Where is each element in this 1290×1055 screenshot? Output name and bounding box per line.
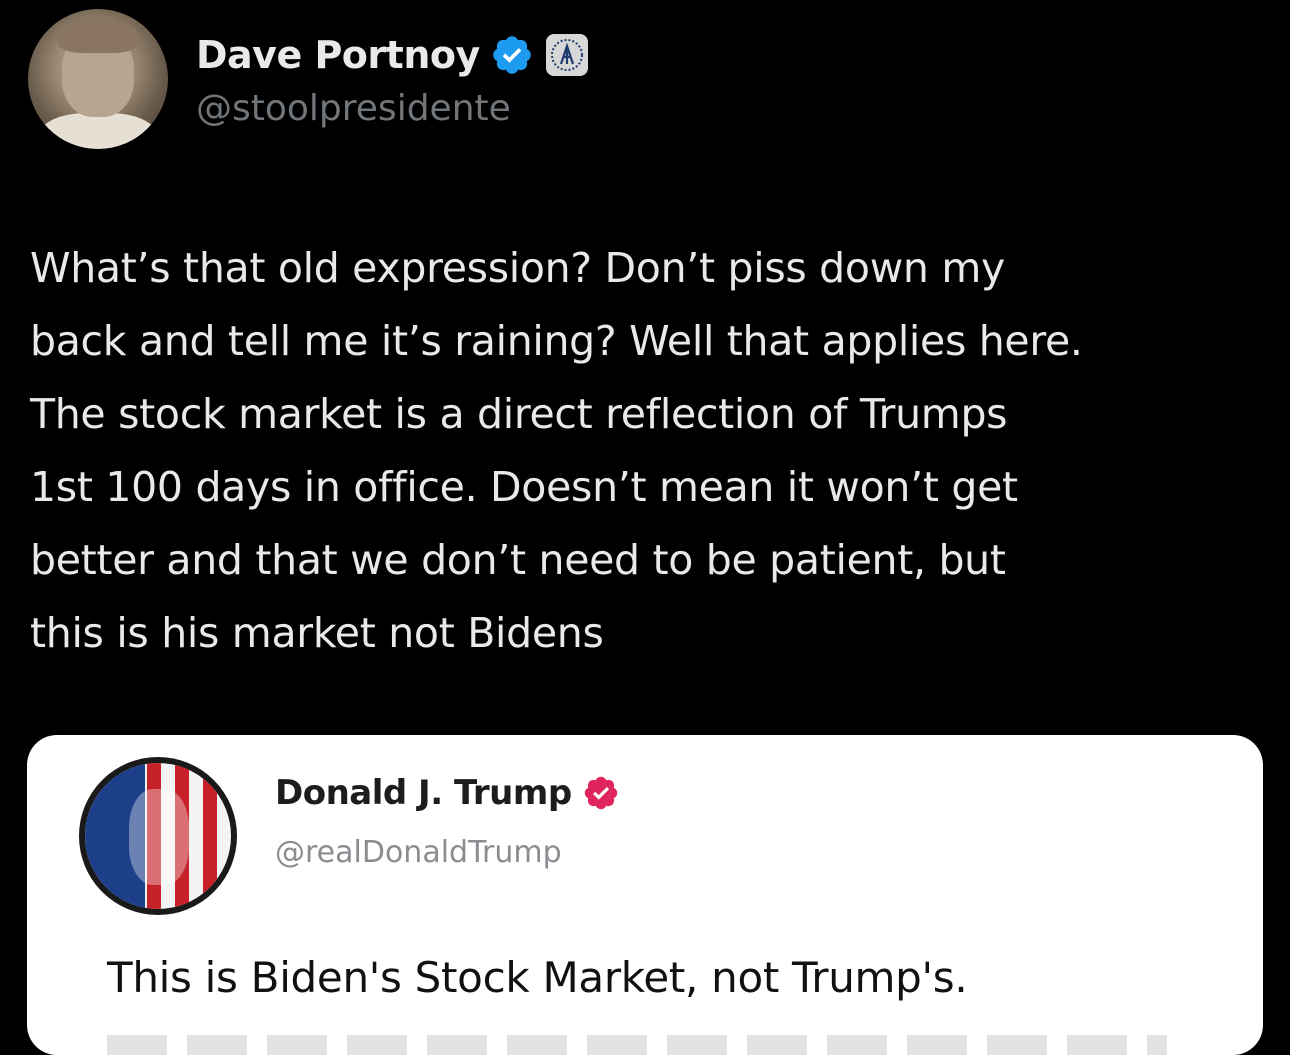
quoted-name-row: Donald J. Trump [275,773,620,813]
quoted-display-name: Donald J. Trump [275,773,572,813]
quoted-text: This is Biden's Stock Market, not Trump'… [107,953,968,1002]
quoted-post-image[interactable]: Donald J. Trump @realDonaldTrump This is… [27,735,1263,1055]
tweet-text: What’s that old expression? Don’t piss d… [30,232,1270,670]
author-name-row: Dave Portnoy [196,30,588,80]
verified-badge-icon [584,776,617,810]
verified-badge-icon [492,35,531,74]
author-display-name[interactable]: Dave Portnoy [196,33,480,77]
tweet-text-line: 1st 100 days in office. Doesn’t mean it … [30,463,1018,511]
author-avatar[interactable] [28,9,168,149]
tweet-text-line: back and tell me it’s raining? Well that… [30,317,1083,365]
author-handle[interactable]: @stoolpresidente [196,88,588,129]
tweet-text-line: better and that we don’t need to be pati… [30,536,1006,584]
author-name-block: Dave Portnoy @stoolpresidente [196,30,588,129]
quoted-author-avatar [79,757,237,915]
quoted-handle: @realDonaldTrump [275,835,562,870]
tweet-header: Dave Portnoy @stoolpresidente [28,8,588,150]
barstool-logo-icon[interactable] [545,33,588,76]
tweet-text-line: this is his market not Bidens [30,609,604,657]
quoted-text-cutoff [107,1035,1167,1055]
tweet-text-line: The stock market is a direct reflection … [30,390,1008,438]
barstool-logo-glyph-icon [550,38,583,71]
tweet-text-line: What’s that old expression? Don’t piss d… [30,244,1005,292]
